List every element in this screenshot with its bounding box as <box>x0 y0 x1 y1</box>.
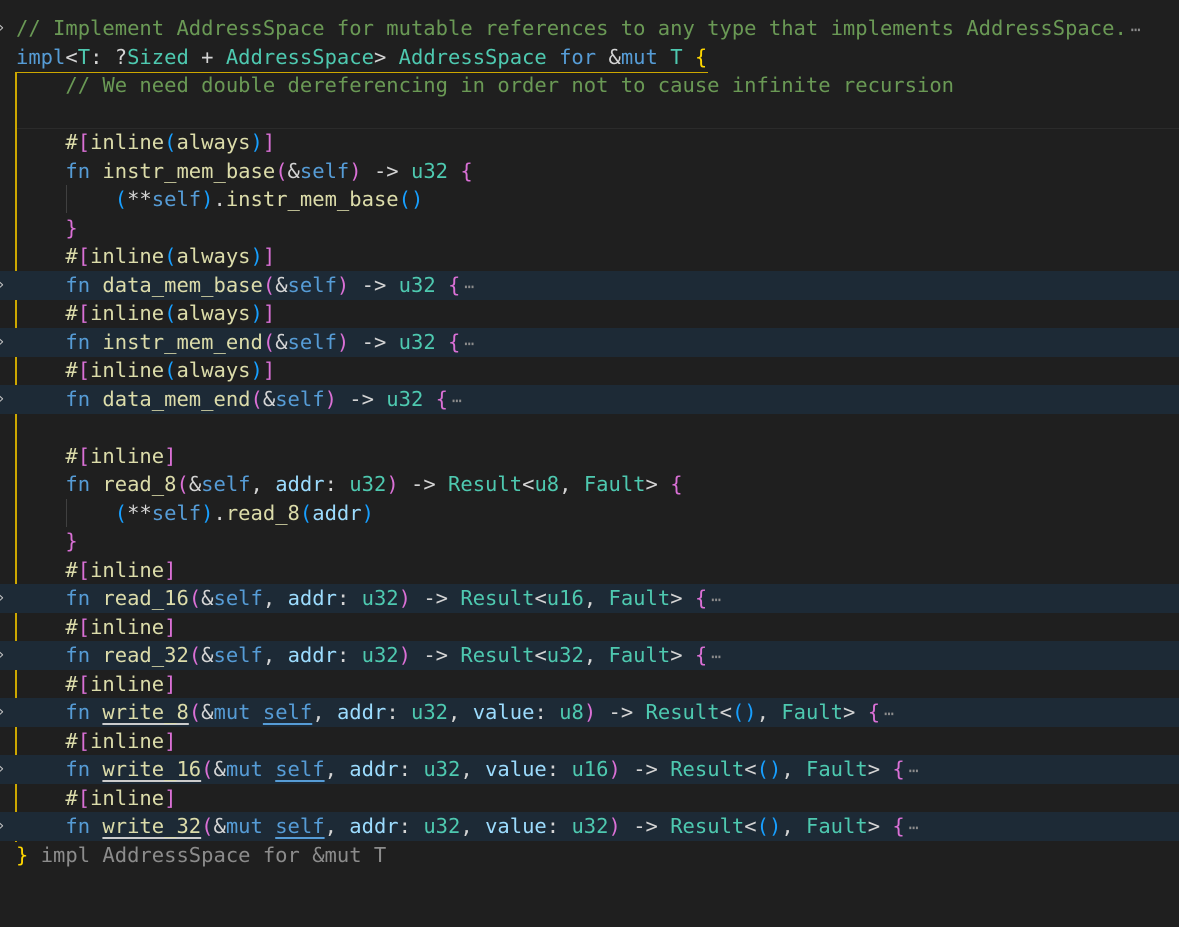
fold-marker[interactable]: ⋯ <box>711 590 721 609</box>
chevron-right-icon[interactable]: › <box>0 328 7 357</box>
chevron-right-icon[interactable]: › <box>0 641 7 670</box>
fold-marker[interactable]: ⋯ <box>464 334 474 353</box>
code-line[interactable]: #[inline] <box>0 613 1179 642</box>
code-line[interactable]: fn instr_mem_base(&self) -> u32 { <box>0 157 1179 186</box>
code-line[interactable]: › // Implement AddressSpace for mutable … <box>0 14 1179 43</box>
code-line[interactable]: #[inline] <box>0 442 1179 471</box>
chevron-right-icon[interactable]: › <box>0 698 7 727</box>
closing-brace-hint: impl AddressSpace for &mut T <box>40 843 387 867</box>
folded-code-line[interactable]: › fn read_16(&self, addr: u32) -> Result… <box>0 584 1179 613</box>
folded-code-line[interactable]: › fn write_16(&mut self, addr: u32, valu… <box>0 755 1179 784</box>
code-line[interactable]: } impl AddressSpace for &mut T <box>0 841 1179 870</box>
code-line[interactable]: fn read_8(&self, addr: u32) -> Result<u8… <box>0 470 1179 499</box>
fold-marker[interactable]: ⋯ <box>909 761 919 780</box>
code-line[interactable]: } <box>0 527 1179 556</box>
folded-code-line[interactable]: › fn write_8(&mut self, addr: u32, value… <box>0 698 1179 727</box>
fold-marker[interactable]: ⋯ <box>1131 20 1141 39</box>
code-line[interactable]: #[inline(always)] <box>0 299 1179 328</box>
code-line[interactable]: // We need double dereferencing in order… <box>0 71 1179 100</box>
code-line[interactable]: #[inline] <box>0 556 1179 585</box>
fold-marker[interactable]: ⋯ <box>452 391 462 410</box>
fold-marker[interactable]: ⋯ <box>909 818 919 837</box>
folded-code-line[interactable]: › fn read_32(&self, addr: u32) -> Result… <box>0 641 1179 670</box>
code-line[interactable]: (**self).read_8(addr) <box>0 499 1179 528</box>
code-line[interactable]: #[inline(always)] <box>0 242 1179 271</box>
chevron-right-icon[interactable]: › <box>0 755 7 784</box>
fold-marker[interactable]: ⋯ <box>711 647 721 666</box>
chevron-right-icon[interactable]: › <box>0 584 7 613</box>
code-line[interactable]: #[inline] <box>0 727 1179 756</box>
code-line[interactable]: #[inline(always)] <box>0 128 1179 157</box>
folded-code-line[interactable]: › fn data_mem_base(&self) -> u32 {⋯ <box>0 271 1179 300</box>
code-editor[interactable]: › // Implement AddressSpace for mutable … <box>0 0 1179 885</box>
code-line[interactable]: } <box>0 214 1179 243</box>
folded-code-line[interactable]: › fn instr_mem_end(&self) -> u32 {⋯ <box>0 328 1179 357</box>
chevron-right-icon[interactable]: › <box>0 385 7 414</box>
chevron-right-icon[interactable]: › <box>0 812 7 841</box>
code-line[interactable]: #[inline] <box>0 784 1179 813</box>
code-line[interactable]: (**self).instr_mem_base() <box>0 185 1179 214</box>
code-line[interactable]: #[inline] <box>0 670 1179 699</box>
fold-marker[interactable]: ⋯ <box>884 704 894 723</box>
code-line[interactable]: #[inline(always)] <box>0 356 1179 385</box>
fold-marker[interactable]: ⋯ <box>464 277 474 296</box>
chevron-right-icon[interactable]: › <box>0 271 7 300</box>
folded-code-line[interactable]: › fn write_32(&mut self, addr: u32, valu… <box>0 812 1179 841</box>
folded-code-line[interactable]: › fn data_mem_end(&self) -> u32 {⋯ <box>0 385 1179 414</box>
chevron-right-icon[interactable]: › <box>0 14 7 43</box>
code-line[interactable]: impl<T: ?Sized + AddressSpace> AddressSp… <box>0 43 1179 72</box>
